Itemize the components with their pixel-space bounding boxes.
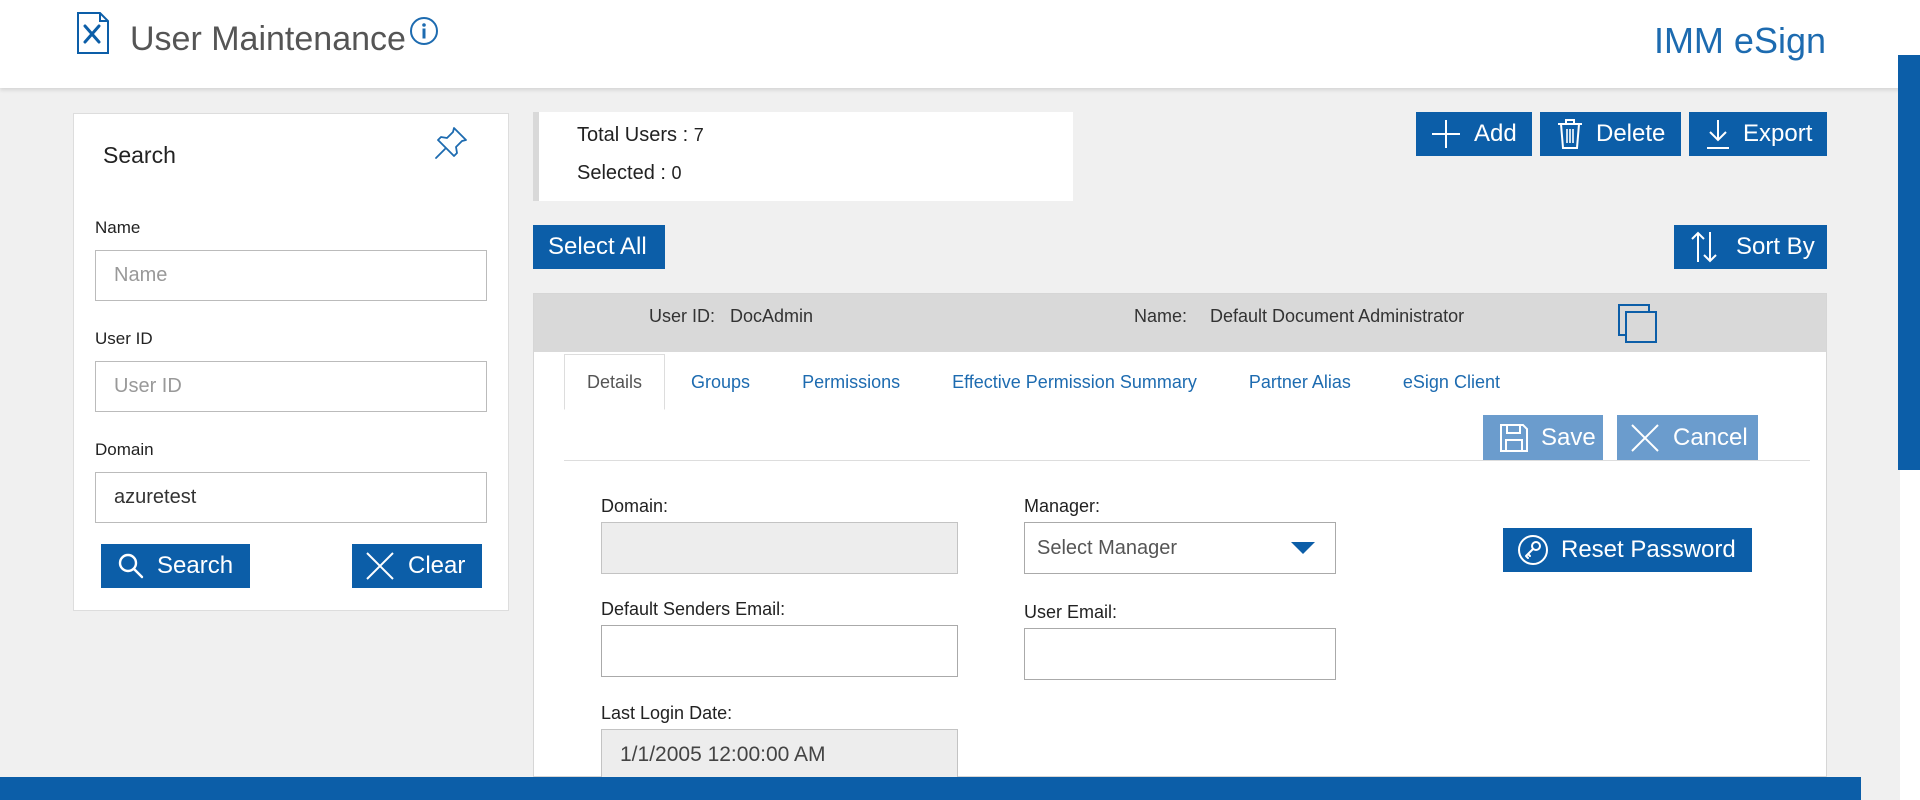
export-button-label: Export	[1743, 120, 1813, 147]
sort-arrows-icon	[1691, 231, 1717, 263]
search-icon	[118, 553, 144, 579]
add-button[interactable]: Add	[1416, 112, 1532, 156]
tab-esign-client[interactable]: eSign Client	[1377, 354, 1526, 410]
reset-password-label: Reset Password	[1561, 536, 1736, 563]
footer-bar	[0, 777, 1861, 800]
manager-select[interactable]: Select Manager	[1024, 522, 1336, 574]
senders-email-label: Default Senders Email:	[601, 599, 786, 619]
userid-input[interactable]	[95, 361, 487, 412]
copy-icon[interactable]	[1616, 302, 1660, 346]
last-login-label: Last Login Date:	[601, 703, 733, 723]
sort-by-button[interactable]: Sort By	[1674, 225, 1827, 269]
key-icon	[1518, 535, 1548, 565]
total-users: Total Users : 7	[577, 124, 704, 147]
trash-icon	[1558, 119, 1582, 149]
domain-label: Domain	[95, 440, 154, 459]
close-icon	[366, 552, 394, 580]
user-email-label: User Email:	[1024, 602, 1118, 622]
select-all-button[interactable]: Select All	[533, 225, 665, 269]
app-header: User Maintenance IMM eSign	[0, 0, 1900, 88]
senders-email-field[interactable]	[601, 625, 958, 677]
name-header-value: Default Document Administrator	[1210, 306, 1465, 326]
pin-icon[interactable]	[432, 122, 472, 162]
add-button-label: Add	[1474, 120, 1517, 147]
domain-input[interactable]	[95, 472, 487, 523]
select-all-label: Select All	[548, 233, 647, 260]
brand-name: IMM eSign	[1653, 20, 1826, 61]
reset-password-button[interactable]: Reset Password	[1503, 528, 1752, 572]
clear-button-label: Clear	[408, 552, 466, 579]
name-label: Name	[95, 218, 141, 237]
detail-domain-label: Domain:	[601, 496, 669, 516]
userid-header-label: User ID:	[649, 306, 716, 326]
tab-permissions[interactable]: Permissions	[776, 354, 926, 410]
detail-domain-field	[601, 522, 958, 574]
user-record-header[interactable]: User ID: DocAdmin Name: Default Document…	[534, 294, 1826, 352]
info-icon[interactable]	[409, 16, 439, 46]
delete-button[interactable]: Delete	[1540, 112, 1681, 156]
selected-value: 0	[671, 163, 682, 183]
manager-select-value: Select Manager	[1037, 536, 1178, 559]
save-button[interactable]: Save	[1483, 415, 1603, 460]
userid-label: User ID	[95, 329, 153, 348]
tab-groups[interactable]: Groups	[665, 354, 776, 410]
sort-by-label: Sort By	[1736, 233, 1815, 260]
delete-button-label: Delete	[1596, 120, 1666, 147]
page-title: User Maintenance	[130, 20, 406, 58]
manager-label: Manager:	[1024, 496, 1101, 516]
search-panel: Search Name User ID Domain Search Clear	[73, 113, 509, 611]
tab-effective-permission-summary[interactable]: Effective Permission Summary	[926, 354, 1223, 410]
selected-label: Selected :	[577, 162, 666, 184]
total-users-label: Total Users :	[577, 124, 689, 146]
export-button[interactable]: Export	[1689, 112, 1827, 156]
search-heading: Search	[103, 142, 176, 168]
name-input[interactable]	[95, 250, 487, 301]
tab-partner-alias[interactable]: Partner Alias	[1223, 354, 1377, 410]
last-login-field	[601, 729, 958, 781]
scrollbar-thumb[interactable]	[1898, 55, 1920, 470]
tab-details[interactable]: Details	[564, 354, 666, 410]
clear-button[interactable]: Clear	[352, 544, 482, 588]
user-detail-card: User ID: DocAdmin Name: Default Document…	[533, 293, 1827, 781]
tools-document-icon	[77, 12, 109, 54]
detail-tabs: Details Groups Permissions Effective Per…	[564, 354, 1526, 410]
userid-header-value: DocAdmin	[730, 306, 814, 326]
tab-divider	[564, 460, 1810, 461]
save-icon	[1500, 423, 1528, 452]
save-button-label: Save	[1541, 423, 1596, 451]
cancel-button-label: Cancel	[1673, 423, 1748, 451]
name-header-label: Name:	[1134, 306, 1188, 326]
total-users-value: 7	[693, 125, 704, 145]
search-button[interactable]: Search	[101, 544, 250, 588]
user-summary: Total Users : 7 Selected : 0	[533, 112, 1073, 201]
selected-users: Selected : 0	[577, 162, 682, 185]
cancel-button[interactable]: Cancel	[1617, 415, 1758, 460]
close-icon	[1631, 423, 1659, 452]
chevron-down-icon	[1291, 542, 1315, 554]
user-email-field[interactable]	[1024, 628, 1336, 680]
search-button-label: Search	[157, 552, 234, 579]
download-icon	[1707, 120, 1729, 149]
plus-icon	[1432, 120, 1460, 148]
